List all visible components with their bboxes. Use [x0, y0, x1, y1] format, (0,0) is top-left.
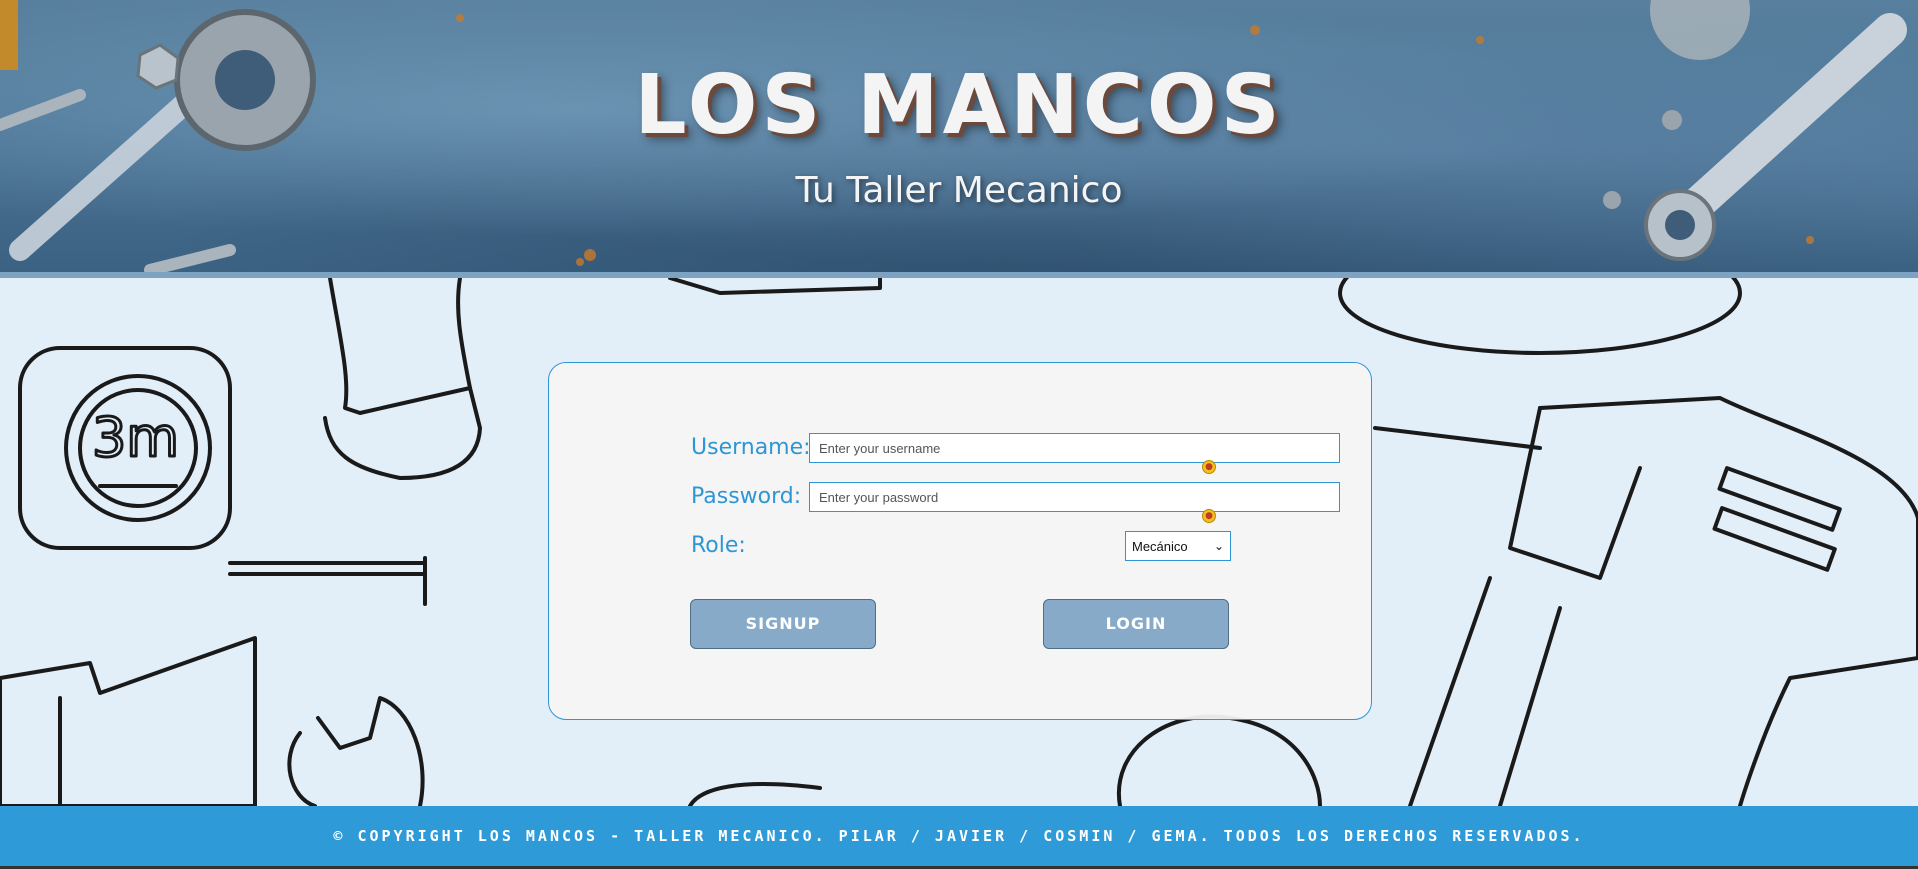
axe-sketch: [0, 636, 257, 806]
login-button[interactable]: LOGIN: [1043, 599, 1229, 649]
tape-measure-sketch: 3m: [18, 346, 427, 606]
password-input[interactable]: [809, 482, 1340, 512]
login-card: Username: ● Password: ● Role: Mecánico ⌄…: [548, 362, 1372, 720]
footer: © COPYRIGHT LOS MANCOS - TALLER MECANICO…: [0, 806, 1918, 866]
svg-text:3m: 3m: [92, 406, 179, 469]
role-label: Role:: [691, 533, 746, 558]
password-manager-icon[interactable]: ●: [1202, 509, 1216, 523]
site-title: LOS MANCOS: [634, 58, 1284, 153]
role-selected-value: Mecánico: [1132, 538, 1188, 554]
site-subtitle: Tu Taller Mecanico: [795, 170, 1123, 211]
username-label: Username:: [691, 435, 811, 460]
power-drill-sketch: [1373, 396, 1918, 806]
header-banner: LOS MANCOS Tu Taller Mecanico: [0, 0, 1918, 278]
password-label: Password:: [691, 484, 802, 509]
hammer-sketch: [323, 278, 482, 480]
chevron-down-icon: ⌄: [1213, 539, 1224, 553]
role-select[interactable]: Mecánico ⌄: [1125, 531, 1231, 561]
password-manager-icon[interactable]: ●: [1202, 460, 1216, 474]
username-input[interactable]: [809, 433, 1340, 463]
copyright-text: © COPYRIGHT LOS MANCOS - TALLER MECANICO…: [333, 827, 1585, 845]
signup-button[interactable]: SIGNUP: [690, 599, 876, 649]
adjustable-wrench-sketch: [287, 696, 425, 806]
